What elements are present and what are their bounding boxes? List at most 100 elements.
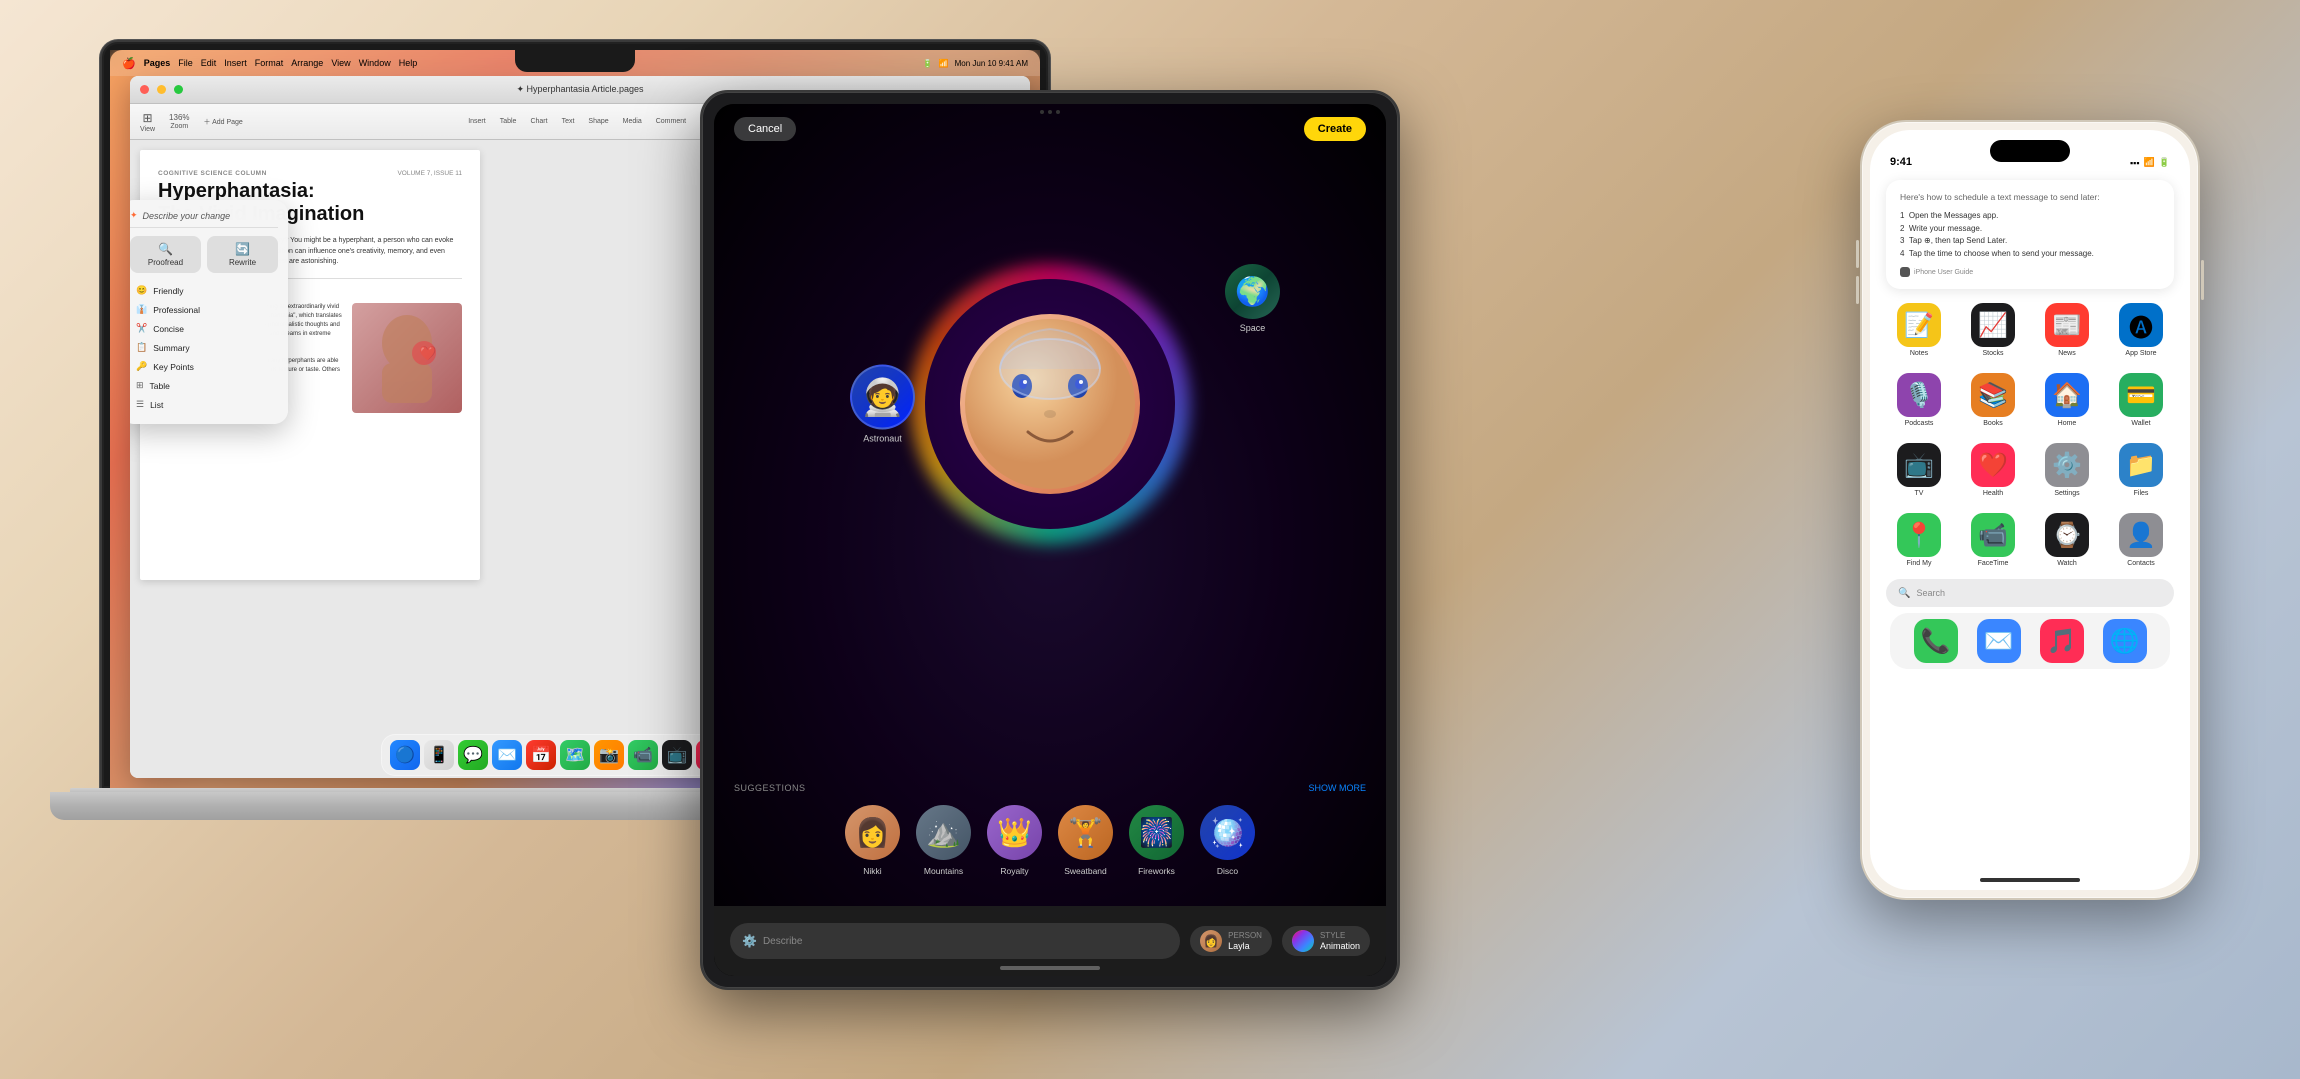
astronaut-bubble: 🧑‍🚀	[850, 365, 915, 430]
cancel-button[interactable]: Cancel	[734, 117, 796, 141]
suggestion-royalty[interactable]: 👑 Royalty	[987, 805, 1042, 876]
toolbar-table[interactable]: Table	[500, 118, 517, 125]
app-podcasts[interactable]: 🎙️ Podcasts	[1886, 373, 1952, 427]
appstore-icon: 🅐	[2119, 303, 2163, 347]
wallet-label: Wallet	[2131, 420, 2150, 427]
menubar-edit[interactable]: Edit	[201, 58, 217, 68]
table-item[interactable]: ⊞ Table	[130, 376, 278, 395]
close-button[interactable]	[140, 85, 149, 94]
facetime-icon: 📹	[1971, 513, 2015, 557]
power-button[interactable]	[2201, 260, 2204, 300]
suggestion-sweatband[interactable]: 🏋️ Sweatband	[1058, 805, 1113, 876]
person-tag[interactable]: 👩 PERSON Layla	[1190, 926, 1272, 956]
menubar-view[interactable]: View	[331, 58, 350, 68]
popover-title: Describe your change	[143, 211, 231, 221]
dock-finder[interactable]: 🔵	[390, 740, 420, 770]
home-icon: 🏠	[2045, 373, 2089, 417]
wifi-icon: 📶	[2144, 157, 2155, 168]
app-watch[interactable]: ⌚ Watch	[2034, 513, 2100, 567]
dock-phone[interactable]: 📞	[1914, 619, 1958, 663]
siri-notification: Here's how to schedule a text message to…	[1886, 180, 2174, 289]
concise-icon: ✂️	[136, 323, 147, 334]
suggestion-mountains[interactable]: ⛰️ Mountains	[916, 805, 971, 876]
menubar-file[interactable]: File	[178, 58, 193, 68]
app-files[interactable]: 📁 Files	[2108, 443, 2174, 497]
app-health[interactable]: ❤️ Health	[1960, 443, 2026, 497]
menubar-app[interactable]: Pages	[144, 58, 171, 68]
dock-messages[interactable]: 💬	[458, 740, 488, 770]
app-books[interactable]: 📚 Books	[1960, 373, 2026, 427]
dock-photos[interactable]: 📸	[594, 740, 624, 770]
maximize-button[interactable]	[174, 85, 183, 94]
home-indicator	[1980, 878, 2080, 882]
menubar-format[interactable]: Format	[255, 58, 284, 68]
style-tag-value: Animation	[1320, 941, 1360, 951]
key-points-item[interactable]: 🔑 Key Points	[130, 357, 278, 376]
home-indicator	[1000, 966, 1100, 970]
genmoji-search[interactable]: ⚙️ Describe	[730, 923, 1180, 959]
writing-tools-icon: ✦	[130, 210, 138, 221]
app-stocks[interactable]: 📈 Stocks	[1960, 303, 2026, 357]
dock-maps[interactable]: 🗺️	[560, 740, 590, 770]
list-label: List	[150, 400, 163, 410]
summary-item[interactable]: 📋 Summary	[130, 338, 278, 357]
menubar-arrange[interactable]: Arrange	[291, 58, 323, 68]
app-home[interactable]: 🏠 Home	[2034, 373, 2100, 427]
toolbar-comment[interactable]: Comment	[656, 118, 686, 125]
dock-appletv[interactable]: 📺	[662, 740, 692, 770]
toolbar-zoom[interactable]: 136% Zoom	[169, 113, 189, 130]
suggestion-disco[interactable]: 🪩 Disco	[1200, 805, 1255, 876]
dock-mail[interactable]: ✉️	[1977, 619, 2021, 663]
toolbar-add-page[interactable]: ＋ Add Page	[204, 117, 243, 127]
show-more-button[interactable]: SHOW MORE	[1309, 783, 1367, 793]
app-findmy[interactable]: 📍 Find My	[1886, 513, 1952, 567]
dock-mail[interactable]: ✉️	[492, 740, 522, 770]
toolbar-insert[interactable]: Insert	[468, 118, 486, 125]
toolbar-view[interactable]: ⊞ View	[140, 111, 155, 133]
concise-item[interactable]: ✂️ Concise	[130, 319, 278, 338]
mic-dot	[1056, 110, 1060, 114]
toolbar-shape[interactable]: Shape	[588, 118, 608, 125]
create-button[interactable]: Create	[1304, 117, 1366, 141]
app-notes[interactable]: 📝 Notes	[1886, 303, 1952, 357]
app-news[interactable]: 📰 News	[2034, 303, 2100, 357]
style-tag[interactable]: STYLE Animation	[1282, 926, 1370, 956]
dock-facetime[interactable]: 📹	[628, 740, 658, 770]
app-facetime[interactable]: 📹 FaceTime	[1960, 513, 2026, 567]
toolbar-media[interactable]: Media	[623, 118, 642, 125]
source-text: iPhone User Guide	[1914, 269, 1973, 276]
suggestion-fireworks[interactable]: 🎆 Fireworks	[1129, 805, 1184, 876]
battery-icon: 🔋	[2159, 157, 2170, 168]
watch-icon: ⌚	[2045, 513, 2089, 557]
app-grid-row3: 📺 TV ❤️ Health ⚙️ Settings 📁	[1886, 439, 2174, 501]
rewrite-button[interactable]: 🔄 Rewrite	[207, 236, 278, 273]
books-icon: 📚	[1971, 373, 2015, 417]
menubar-insert[interactable]: Insert	[224, 58, 247, 68]
iphone-search-bar[interactable]: 🔍 Search	[1886, 579, 2174, 607]
app-wallet[interactable]: 💳 Wallet	[2108, 373, 2174, 427]
app-tv[interactable]: 📺 TV	[1886, 443, 1952, 497]
app-contacts[interactable]: 👤 Contacts	[2108, 513, 2174, 567]
menubar-help[interactable]: Help	[399, 58, 418, 68]
app-settings[interactable]: ⚙️ Settings	[2034, 443, 2100, 497]
list-item[interactable]: ☰ List	[130, 395, 278, 414]
notification-steps: 1 Open the Messages app. 2 Write your me…	[1900, 210, 2160, 261]
volume-up-button[interactable]	[1856, 240, 1859, 268]
dock-calendar[interactable]: 📅	[526, 740, 556, 770]
suggestion-nikki[interactable]: 👩 Nikki	[845, 805, 900, 876]
dock-launchpad[interactable]: 📱	[424, 740, 454, 770]
volume-down-button[interactable]	[1856, 276, 1859, 304]
professional-item[interactable]: 👔 Professional	[130, 300, 278, 319]
app-appstore[interactable]: 🅐 App Store	[2108, 303, 2174, 357]
menubar-window[interactable]: Window	[359, 58, 391, 68]
toolbar-text[interactable]: Text	[562, 118, 575, 125]
dock-safari[interactable]: 🌐	[2103, 619, 2147, 663]
dock-music[interactable]: 🎵	[2040, 619, 2084, 663]
friendly-item[interactable]: 😊 Friendly	[130, 281, 278, 300]
proofread-button[interactable]: 🔍 Proofread	[130, 236, 201, 273]
minimize-button[interactable]	[157, 85, 166, 94]
health-label: Health	[1983, 490, 2003, 497]
toolbar-chart[interactable]: Chart	[530, 118, 547, 125]
tv-label: TV	[1915, 490, 1924, 497]
facetime-label: FaceTime	[1978, 560, 2009, 567]
